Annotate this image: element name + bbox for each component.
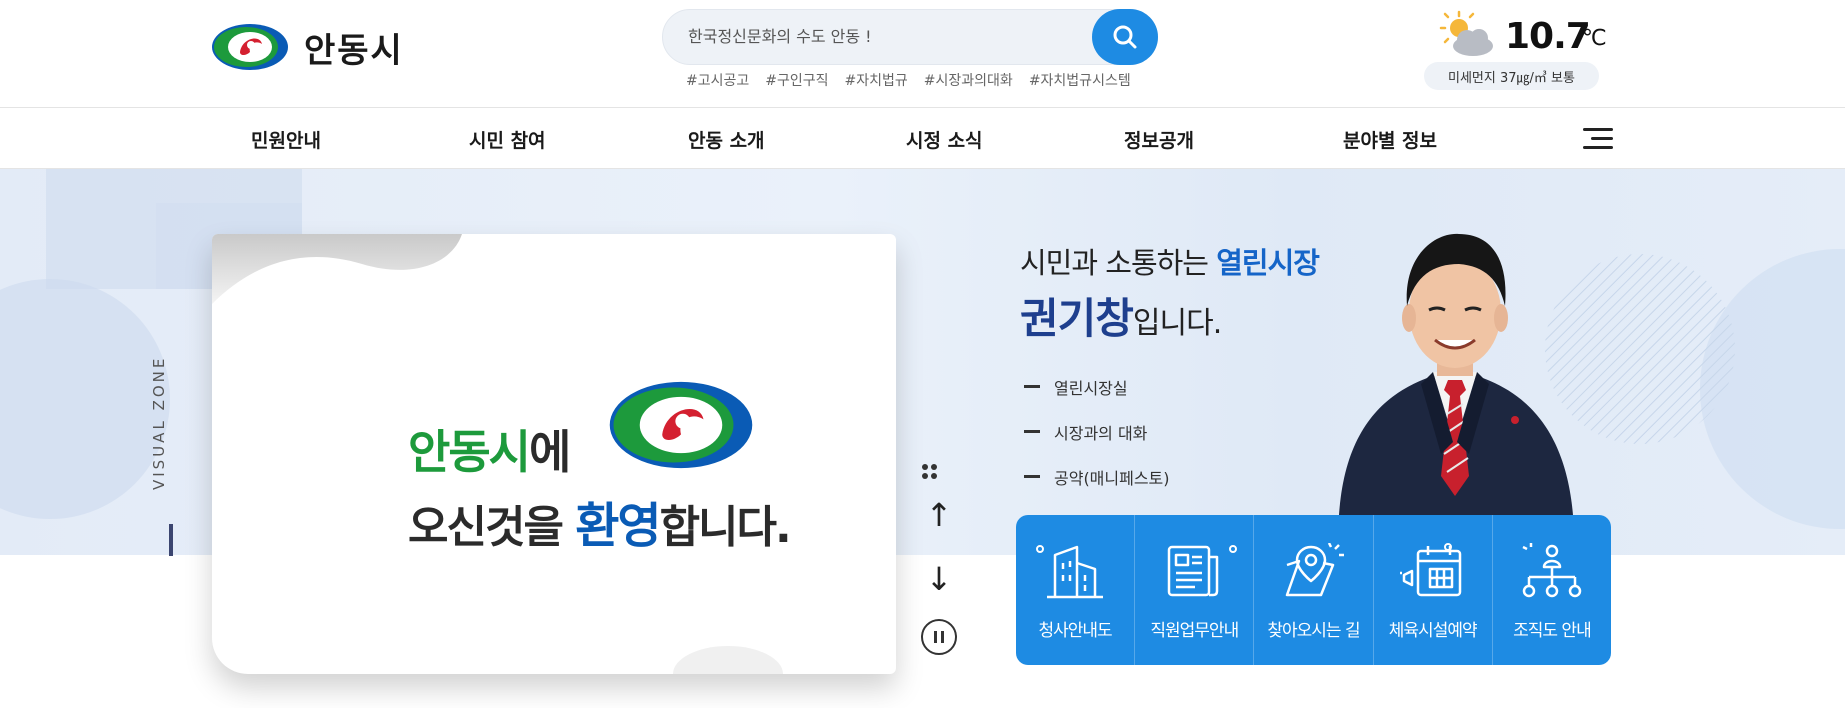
mayor-name-line: 권기창입니다.	[1020, 294, 1222, 343]
tag-link[interactable]: #구인구직	[765, 70, 828, 90]
tag-link[interactable]: #시장과의대화	[924, 70, 1013, 90]
header: 안동시 #고시공고 #구인구직 #자치법규 #시장과의대화 #자치법규시스템	[0, 0, 1845, 107]
nav-item-civil-service[interactable]: 민원안내	[251, 126, 321, 153]
temperature-value: 10.7	[1505, 16, 1591, 57]
building-icon	[1047, 545, 1104, 599]
mayor-link-manifesto[interactable]: 공약(매니페스토)	[1024, 454, 1170, 499]
slide-grid-icon[interactable]	[922, 464, 942, 484]
tag-link[interactable]: #자치법규시스템	[1029, 70, 1131, 90]
mayor-tagline: 시민과 소통하는 열린시장	[1020, 246, 1320, 280]
quick-item-sports-reservation[interactable]: 체육시설예약	[1374, 515, 1493, 665]
fine-dust-badge: 미세먼지 37㎍/㎥ 보통	[1424, 62, 1599, 90]
org-chart-icon	[1522, 543, 1582, 598]
temperature-unit: ℃	[1582, 26, 1607, 51]
document-icon	[1168, 545, 1219, 597]
nav-item-field-info[interactable]: 분야별 정보	[1343, 126, 1437, 153]
quick-menu: 청사안내도 직원업무안내 찾아오시는 길 체육시설예약 조직도 안내	[1016, 515, 1611, 665]
search-button[interactable]	[1092, 9, 1158, 65]
map-pin-icon	[1285, 543, 1344, 597]
tag-link[interactable]: #자치법규	[845, 70, 908, 90]
search-input[interactable]	[688, 9, 1078, 63]
mayor-portrait	[1339, 233, 1573, 515]
tag-link[interactable]: #고시공고	[686, 70, 749, 90]
main-visual-card[interactable]: 안동시에 오신것을 환영합니다.	[212, 234, 896, 674]
main-nav: 민원안내 시민 참여 안동 소개 시정 소식 정보공개 분야별 정보	[0, 107, 1845, 169]
site-logo[interactable]: 안동시	[210, 22, 404, 72]
andong-emblem-large-icon	[609, 381, 753, 469]
nav-item-about[interactable]: 안동 소개	[688, 126, 765, 153]
nav-item-participation[interactable]: 시민 참여	[469, 126, 546, 153]
quick-item-building-guide[interactable]: 청사안내도	[1016, 515, 1136, 665]
weather-widget: 10.7 ℃ 미세먼지 37㎍/㎥ 보통	[1424, 8, 1607, 90]
partly-cloudy-icon	[1439, 10, 1493, 56]
welcome-line-1: 안동시에	[408, 425, 571, 479]
quick-item-directions[interactable]: 찾아오시는 길	[1254, 515, 1374, 665]
andong-emblem-icon	[212, 24, 288, 70]
hamburger-menu-icon[interactable]	[1583, 126, 1613, 152]
nav-item-news[interactable]: 시정 소식	[906, 126, 983, 153]
mayor-links: 열린시장실 시장과의 대화 공약(매니페스토)	[1024, 364, 1170, 499]
nav-item-info-disclosure[interactable]: 정보공개	[1124, 126, 1194, 153]
mayor-link-dialogue[interactable]: 시장과의 대화	[1024, 409, 1170, 454]
search-icon	[1113, 25, 1137, 49]
pause-button[interactable]	[921, 619, 957, 655]
slide-down-arrow-icon[interactable]: ↓	[922, 560, 956, 598]
slide-up-arrow-icon[interactable]: ↑	[922, 496, 956, 534]
search-bar	[662, 9, 1158, 65]
visual-zone-bar	[169, 524, 173, 556]
quick-item-staff-directory[interactable]: 직원업무안내	[1135, 515, 1255, 665]
welcome-line-2: 오신것을 환영합니다.	[408, 498, 792, 554]
visual-zone-label: VISUAL ZONE	[150, 355, 168, 490]
quick-item-org-chart[interactable]: 조직도 안내	[1493, 515, 1611, 665]
logo-text: 안동시	[304, 30, 404, 71]
calendar-icon	[1399, 546, 1461, 597]
mayor-link-office[interactable]: 열린시장실	[1024, 364, 1170, 409]
search-tags: #고시공고 #구인구직 #자치법규 #시장과의대화 #자치법규시스템	[686, 70, 1131, 90]
